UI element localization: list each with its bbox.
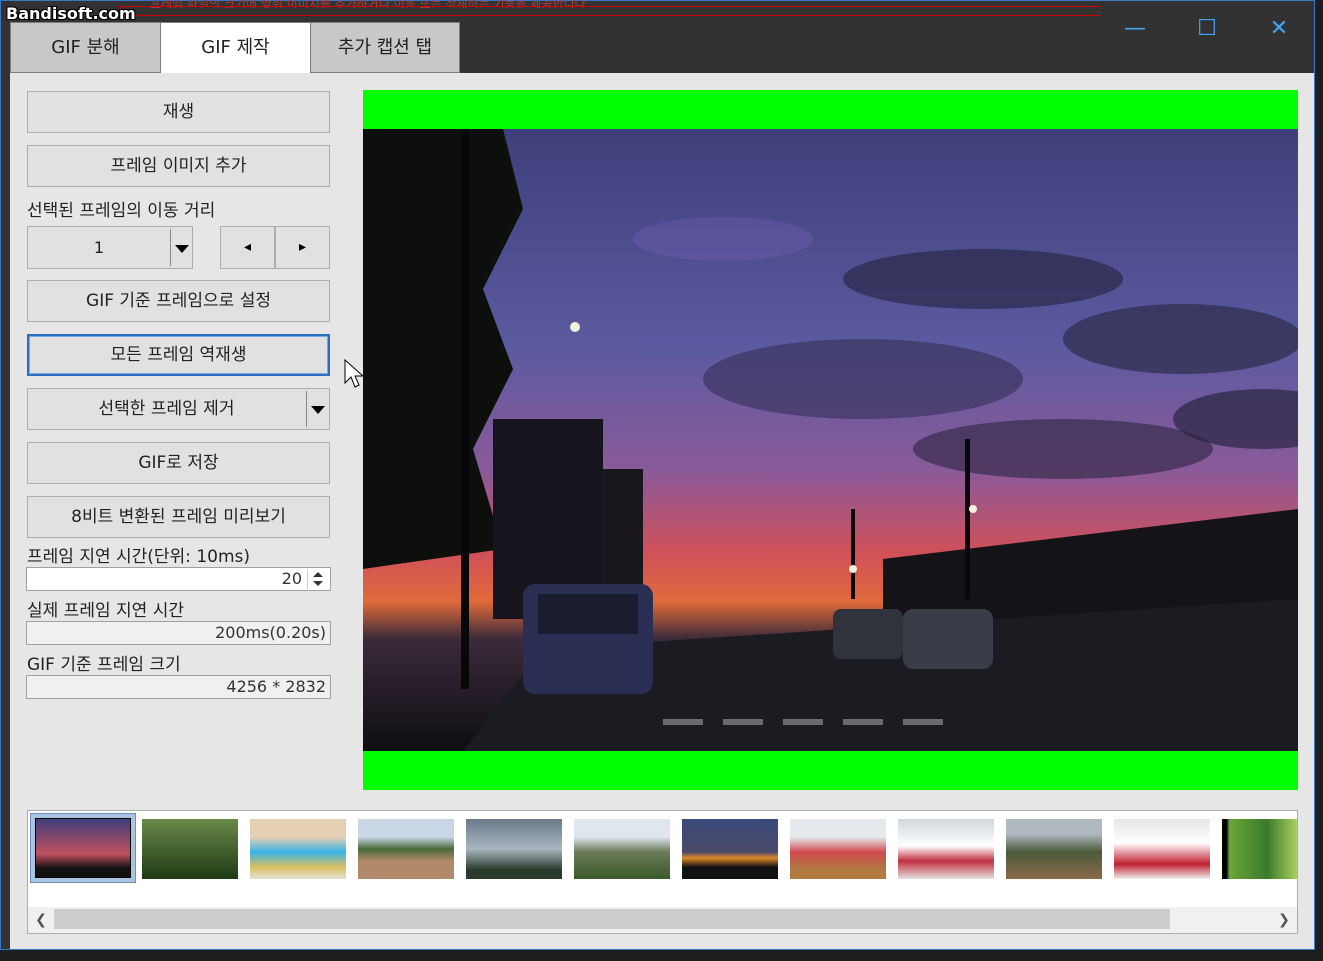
set-base-frame-button[interactable]: GIF 기준 프레임으로 설정 (27, 280, 330, 322)
capture-region-outline (120, 6, 1100, 16)
close-icon[interactable]: ✕ (1264, 14, 1294, 44)
preview-photo (363, 129, 1298, 751)
delay-spinner[interactable] (307, 569, 328, 589)
move-distance-select[interactable]: 1 (27, 226, 193, 269)
frame-preview (363, 90, 1298, 790)
right-arrow-icon: ▸ (298, 239, 307, 255)
thumbnail-green-plant[interactable] (1222, 819, 1297, 879)
move-left-button[interactable]: ◂ (220, 226, 275, 269)
delay-label: 프레임 지연 시간(단위: 10ms) (27, 547, 251, 567)
thumbnail-cherry-glass[interactable] (1114, 819, 1210, 879)
thumbnail-blue-dessert[interactable] (250, 819, 346, 879)
thumbnail-river-valley[interactable] (574, 819, 670, 879)
mouse-cursor-icon (344, 359, 364, 388)
thumbnail-red-drink[interactable] (790, 819, 886, 879)
delay-value: 20 (281, 569, 302, 588)
delay-input[interactable]: 20 (26, 567, 331, 591)
watermark: Bandisoft.com (6, 4, 136, 23)
left-arrow-icon: ◂ (243, 239, 252, 255)
reverse-frames-button[interactable]: 모든 프레임 역재생 (27, 334, 330, 376)
dropdown-arrow-icon[interactable] (306, 391, 329, 427)
base-size-field: 4256 * 2832 (26, 675, 331, 699)
thumbnail-cherry-dessert[interactable] (898, 819, 994, 879)
thumbnail-mountain-rock[interactable] (358, 819, 454, 879)
play-button[interactable]: 재생 (27, 91, 330, 133)
move-right-button[interactable]: ▸ (275, 226, 330, 269)
scroll-right-icon[interactable]: ❯ (1273, 909, 1295, 931)
remove-frame-label: 선택한 프레임 제거 (98, 399, 235, 419)
maximize-icon[interactable]: ☐ (1192, 14, 1222, 44)
remove-frame-button[interactable]: 선택한 프레임 제거 (27, 388, 330, 430)
frame-thumbnail-strip[interactable]: ❮ ❯ (27, 810, 1298, 934)
tab-extra-caption[interactable]: 추가 캡션 탭 (310, 22, 460, 73)
dropdown-arrow-icon[interactable] (170, 229, 193, 266)
thumbnail-forest[interactable] (142, 819, 238, 879)
move-distance-label: 선택된 프레임의 이동 거리 (27, 201, 216, 221)
minimize-icon[interactable]: — (1120, 14, 1150, 44)
move-distance-value: 1 (93, 238, 105, 257)
thumbnail-scrollbar[interactable]: ❮ ❯ (28, 907, 1297, 933)
thumbnail-sunset-street (35, 818, 131, 878)
thumbnail-dusk-sky[interactable] (682, 819, 778, 879)
scroll-left-icon[interactable]: ❮ (30, 909, 52, 931)
thumbnail-valley-cliffs[interactable] (1006, 819, 1102, 879)
tab-gif-create[interactable]: GIF 제작 (160, 22, 311, 74)
base-size-label: GIF 기준 프레임 크기 (27, 655, 181, 675)
scrollbar-thumb[interactable] (54, 909, 1170, 929)
actual-delay-label: 실제 프레임 지연 시간 (27, 601, 184, 621)
preview-8bit-button[interactable]: 8비트 변환된 프레임 미리보기 (27, 496, 330, 538)
save-gif-button[interactable]: GIF로 저장 (27, 442, 330, 484)
add-frame-button[interactable]: 프레임 이미지 추가 (27, 145, 330, 187)
thumbnail-cloudy-mountain[interactable] (466, 819, 562, 879)
thumbnail-selected-frame[interactable] (30, 813, 136, 883)
actual-delay-field: 200ms(0.20s) (26, 621, 331, 645)
tab-gif-split[interactable]: GIF 분해 (10, 22, 161, 73)
